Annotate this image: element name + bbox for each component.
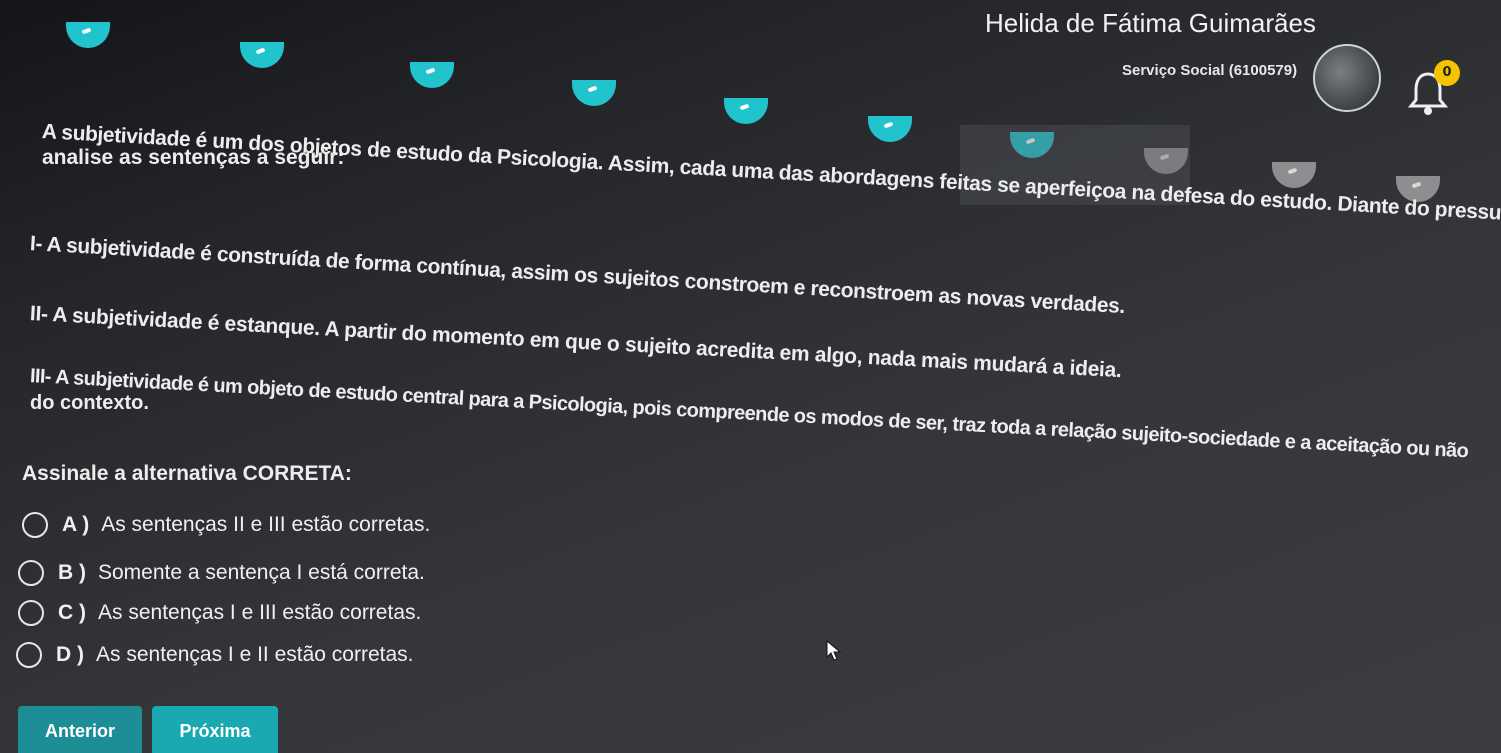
option-d[interactable]: D ) As sentenças I e II estão corretas. [16,642,414,668]
statement-3-line-2: do contexto. [30,392,149,414]
question-stem-line-2: analise as sentenças a seguir: [42,146,345,169]
progress-step-1[interactable] [66,22,110,48]
option-d-text[interactable]: As sentenças I e II estão corretas. [96,643,414,667]
option-b-letter: B ) [58,561,86,584]
progress-step-9[interactable] [1272,162,1316,188]
option-b-text[interactable]: Somente a sentença I está correta. [98,561,425,585]
option-b-radio[interactable] [18,560,44,586]
previous-button[interactable]: Anterior [18,706,142,753]
question-prompt: Assinale a alternativa CORRETA: [22,462,352,485]
progress-step-5[interactable] [724,98,768,124]
progress-step-3[interactable] [410,62,454,88]
screen: Helida de Fátima Guimarães Serviço Socia… [0,0,1501,753]
option-c-letter: C ) [58,601,86,624]
progress-step-4[interactable] [572,80,616,106]
option-c-radio[interactable] [18,600,44,626]
mouse-pointer-icon [826,640,842,661]
progress-step-2[interactable] [240,42,284,68]
user-course: Serviço Social (6100579) [1122,62,1298,79]
option-d-letter: D ) [56,643,84,666]
option-a-text[interactable]: As sentenças II e III estão corretas. [101,513,430,537]
user-name: Helida de Fátima Guimarães [985,8,1316,38]
option-a-letter: A ) [62,513,90,536]
notification-badge: 0 [1434,60,1460,86]
progress-step-6[interactable] [868,116,912,142]
option-a-radio[interactable] [22,512,48,538]
option-c[interactable]: C ) As sentenças I e III estão corretas. [18,600,421,626]
statement-1: I- A subjetividade é construída de forma… [29,232,1126,319]
avatar[interactable] [1313,44,1381,112]
option-b[interactable]: B ) Somente a sentença I está correta. [18,560,425,586]
option-a[interactable]: A ) As sentenças II e III estão corretas… [22,512,430,538]
option-c-text[interactable]: As sentenças I e III estão corretas. [98,601,421,625]
statement-2: II- A subjetividade é estanque. A partir… [29,302,1123,383]
next-button[interactable]: Próxima [152,706,278,753]
option-d-radio[interactable] [16,642,42,668]
statement-3-line-1: III- A subjetividade é um objeto de estu… [29,365,1469,463]
